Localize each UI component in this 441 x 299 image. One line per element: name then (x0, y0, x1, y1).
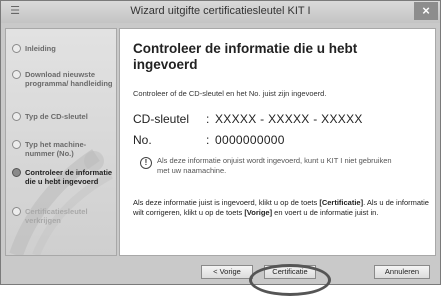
button-bar: < Vorige Certificatie Annuleren (1, 259, 440, 284)
machine-number-value: 0000000000 (215, 133, 285, 147)
content-panel: Controleer de informatie die u hebt inge… (119, 28, 436, 256)
page-title: Controleer de informatie die u hebt inge… (133, 41, 358, 72)
step-bullet-icon (12, 70, 21, 79)
step-bullet-icon (12, 140, 21, 149)
step-bullet-icon (12, 112, 21, 121)
wizard-steps-sidebar: Inleiding Download nieuwste programma/ h… (5, 28, 117, 256)
highlight-ring (249, 264, 331, 296)
cd-key-value: XXXXX - XXXXX - XXXXX (215, 112, 363, 126)
step-bullet-icon (12, 44, 21, 53)
previous-button[interactable]: < Vorige (201, 265, 253, 279)
warning-text: Als deze informatie onjuist wordt ingevo… (157, 156, 392, 175)
close-button[interactable]: × (414, 2, 438, 20)
machine-number-label: No. (133, 133, 152, 147)
title-bar: ☰ Wizard uitgifte certificatiesleutel KI… (1, 1, 440, 23)
intro-text: Controleer of de CD-sleutel en het No. j… (133, 89, 327, 98)
window-title: Wizard uitgifte certificatiesleutel KIT … (130, 5, 311, 17)
cancel-button[interactable]: Annuleren (374, 265, 430, 279)
step-bullet-active-icon (12, 168, 21, 177)
confirmation-text: Als deze informatie juist is ingevoerd, … (133, 198, 429, 217)
cd-key-colon: : (206, 112, 210, 126)
wizard-window: ☰ Wizard uitgifte certificatiesleutel KI… (0, 0, 441, 285)
warning-icon: ! (140, 157, 152, 169)
step-bullet-icon (12, 207, 21, 216)
cd-key-label: CD-sleutel (133, 112, 190, 126)
machine-number-colon: : (206, 133, 210, 147)
